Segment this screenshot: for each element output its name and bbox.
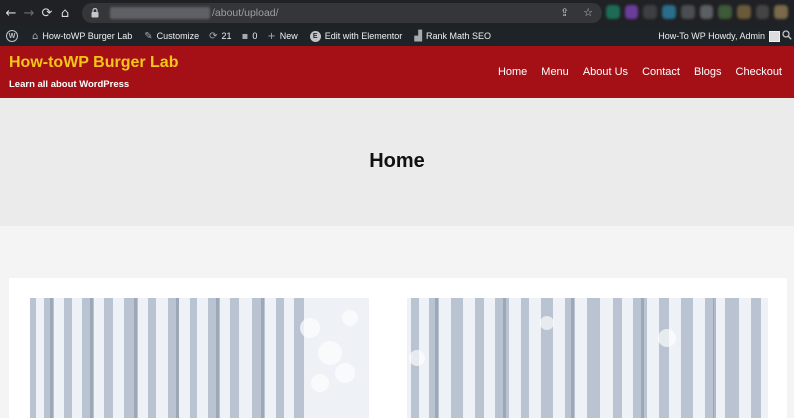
wordpress-logo-icon: W xyxy=(6,30,18,42)
url-domain-redacted xyxy=(110,7,210,19)
greeting-label: How-To WP Howdy, Admin xyxy=(658,31,765,41)
avatar xyxy=(769,30,780,42)
extension-icon[interactable] xyxy=(624,5,639,19)
admin-bar-elementor[interactable]: E Edit with Elementor xyxy=(306,26,407,46)
address-bar[interactable]: /about/upload/ xyxy=(82,3,602,23)
brush-icon: ✎ xyxy=(144,30,153,42)
nav-link-menu[interactable]: Menu xyxy=(541,66,569,78)
customize-label: Customize xyxy=(156,31,200,41)
nav-link-contact[interactable]: Contact xyxy=(642,66,680,78)
admin-bar-comments[interactable]: ▪ 0 xyxy=(238,26,262,46)
content-card xyxy=(9,278,787,418)
comment-icon: ▪ xyxy=(241,30,249,42)
admin-bar-site-name[interactable]: ⌂ How-toWP Burger Lab xyxy=(28,26,136,46)
elementor-label: Edit with Elementor xyxy=(324,31,403,41)
back-arrow-icon[interactable]: ← xyxy=(2,4,20,22)
extensions-area xyxy=(606,5,789,21)
forward-arrow-icon[interactable]: → xyxy=(20,4,38,22)
lock-icon xyxy=(90,8,100,18)
extension-icon[interactable] xyxy=(718,5,732,19)
updates-icon: ⟳ xyxy=(209,30,218,42)
admin-bar-account[interactable]: How-To WP Howdy, Admin xyxy=(658,26,780,46)
comments-count: 0 xyxy=(252,31,258,41)
site-tagline: Learn all about WordPress xyxy=(9,79,130,90)
extension-icon[interactable] xyxy=(680,5,695,19)
share-icon[interactable]: ⇪ xyxy=(560,6,569,19)
nav-link-home[interactable]: Home xyxy=(498,66,527,78)
home-icon: ⌂ xyxy=(32,30,39,42)
search-icon[interactable] xyxy=(782,30,792,40)
elementor-icon: E xyxy=(309,30,321,42)
site-title[interactable]: How-toWP Burger Lab xyxy=(9,54,178,72)
admin-bar-updates[interactable]: ⟳ 21 xyxy=(205,26,235,46)
home-icon[interactable]: ⌂ xyxy=(56,4,74,22)
wp-admin-bar: W ⌂ How-toWP Burger Lab ✎ Customize ⟳ 21… xyxy=(0,26,794,46)
updates-count: 21 xyxy=(221,31,232,41)
extension-icon[interactable] xyxy=(606,5,620,19)
admin-bar-rankmath[interactable]: ▟ Rank Math SEO xyxy=(410,26,495,46)
bookmark-star-icon[interactable]: ☆ xyxy=(583,6,593,19)
column-lamps-image xyxy=(30,298,369,418)
extension-icon[interactable] xyxy=(755,5,770,19)
nav-link-checkout[interactable]: Checkout xyxy=(736,66,782,78)
page-title: Home xyxy=(369,150,425,172)
nav-link-about-us[interactable]: About Us xyxy=(583,66,628,78)
reload-icon[interactable]: ⟳ xyxy=(38,4,56,22)
site-name-label: How-toWP Burger Lab xyxy=(42,31,133,41)
plus-icon: + xyxy=(267,30,276,42)
url-path: /about/upload/ xyxy=(212,7,279,19)
wp-logo-menu[interactable]: W xyxy=(0,26,22,46)
page-title-banner: Home xyxy=(0,98,794,226)
admin-bar-customize[interactable]: ✎ Customize xyxy=(140,26,203,46)
extension-icon[interactable] xyxy=(699,5,714,19)
profile-avatar-icon[interactable] xyxy=(774,5,789,19)
site-header: How-toWP Burger Lab Learn all about Word… xyxy=(0,46,794,98)
nav-link-blogs[interactable]: Blogs xyxy=(694,66,722,78)
rankmath-icon: ▟ xyxy=(414,30,422,42)
extension-icon[interactable] xyxy=(662,5,676,19)
column-lamps-image xyxy=(407,298,768,418)
main-navigation: Home Menu About Us Contact Blogs Checkou… xyxy=(498,66,782,78)
extension-icon[interactable] xyxy=(643,5,658,19)
browser-toolbar: ← → ⟳ ⌂ /about/upload/ xyxy=(0,0,794,26)
new-label: New xyxy=(279,31,298,41)
admin-bar-new[interactable]: + New xyxy=(263,26,301,46)
extension-icon[interactable] xyxy=(736,5,751,19)
rankmath-label: Rank Math SEO xyxy=(426,31,492,41)
